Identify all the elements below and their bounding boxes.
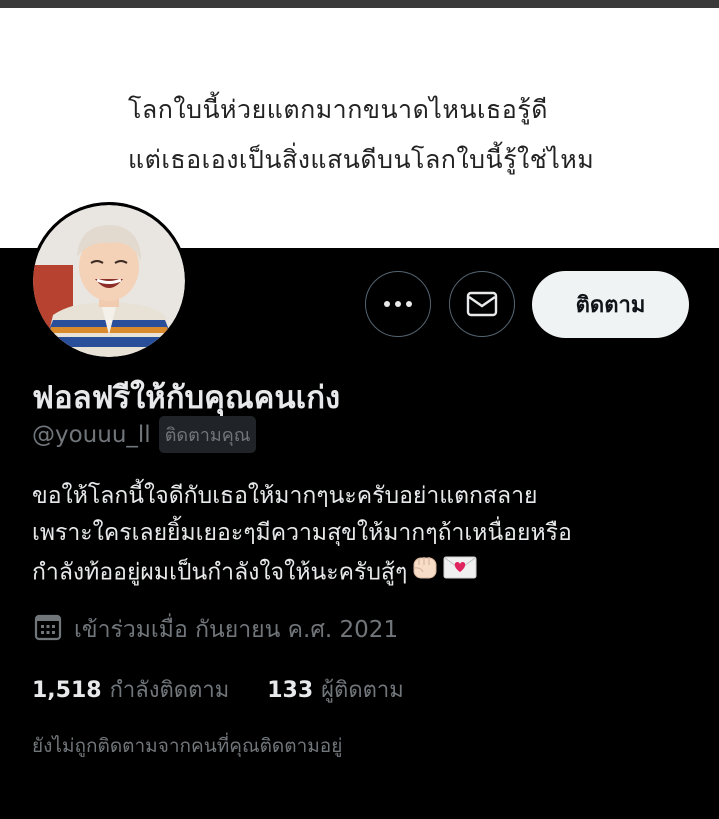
avatar[interactable] [30,202,188,360]
raised-fist-emoji [409,552,441,594]
followed-by-note: ยังไม่ถูกติดตามจากคนที่คุณติดตามอยู่ [32,735,343,757]
followers-stat-link[interactable]: 133 ผู้ติดตาม [267,672,404,707]
envelope-icon [466,291,498,317]
following-count: 1,518 [32,678,102,703]
top-strip [0,0,719,8]
more-options-button[interactable] [365,271,431,337]
more-horizontal-icon [384,301,412,307]
display-name: ฟอลฟรีให้กับคุณคนเก่ง [32,380,341,416]
followers-count: 133 [267,678,314,703]
bio-line-3-text: กำลังท้ออยู่ผมเป็นกำลังใจให้นะครับสู้ๆ [32,559,408,586]
message-button[interactable] [449,271,515,337]
bio: ขอให้โลกนี้ใจดีกับเธอให้มากๆนะครับอย่าแต… [32,478,692,594]
following-stat-link[interactable]: 1,518 กำลังติดตาม [32,672,229,707]
avatar-image [33,205,185,357]
handle-row: @youuu_ll ติดตามคุณ [32,416,257,453]
follow-stats: 1,518 กำลังติดตาม 133 ผู้ติดตาม [32,672,404,707]
bio-line-2: เพราะใครเลยยิ้มเยอะๆมีความสุขให้มากๆถ้าเ… [32,520,572,546]
love-letter-emoji [443,554,477,592]
username-handle: @youuu_ll [32,421,151,448]
followers-label: ผู้ติดตาม [321,678,404,703]
joined-date-text: เข้าร่วมเมื่อ กันยายน ค.ศ. 2021 [74,617,399,643]
bio-line-3: กำลังท้ออยู่ผมเป็นกำลังใจให้นะครับสู้ๆ [32,552,692,594]
follow-button[interactable]: ติดตาม [532,271,689,338]
joined-date-row: เข้าร่วมเมื่อ กันยายน ค.ศ. 2021 [34,612,398,648]
following-label: กำลังติดตาม [109,678,230,703]
banner-text-line-1: โลกใบนี้ห่วยแตกมากขนาดไหนเธอรู้ดี [128,95,548,124]
bio-line-1: ขอให้โลกนี้ใจดีกับเธอให้มากๆนะครับอย่าแต… [32,483,538,509]
calendar-icon [34,613,62,647]
follows-you-badge: ติดตามคุณ [158,416,257,453]
banner-text-line-2: แต่เธอเองเป็นสิ่งแสนดีบนโลกใบนี้รู้ใช่ไห… [128,145,595,174]
